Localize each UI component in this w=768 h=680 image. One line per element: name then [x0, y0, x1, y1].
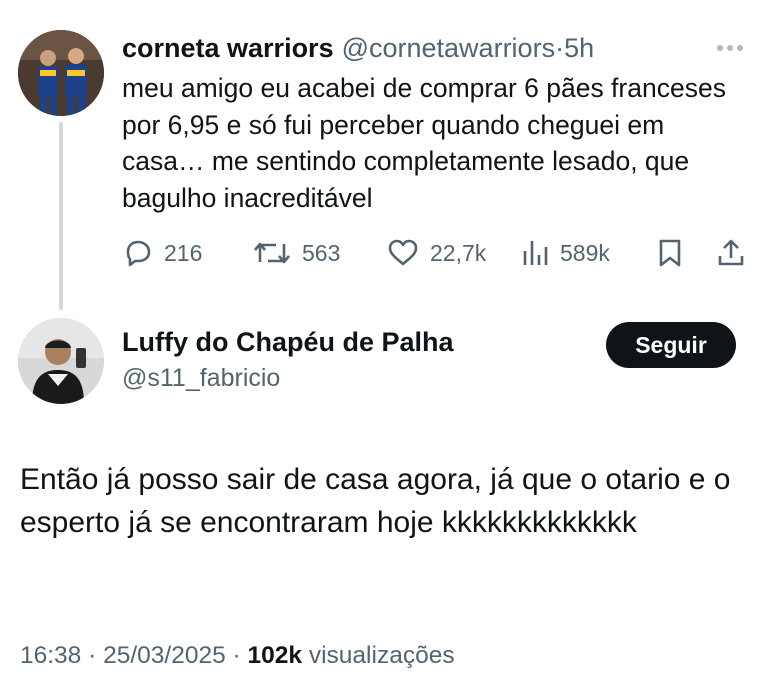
avatar-corneta-warriors[interactable]	[18, 30, 104, 116]
tweet-actions: 216 563 22,7k 589k	[0, 233, 768, 273]
like-icon	[388, 239, 418, 266]
views-button[interactable]: 589k	[520, 233, 610, 273]
reply-author-handle[interactable]: @s11_fabricio	[122, 364, 280, 393]
reply-views-count: 102k	[247, 642, 303, 669]
tweet-time[interactable]: 5h	[564, 33, 594, 64]
repost-button[interactable]: 563	[252, 233, 340, 273]
repost-icon	[254, 242, 290, 264]
like-count: 22,7k	[430, 239, 487, 266]
reply-icon	[126, 240, 151, 267]
reply-time[interactable]: 16:38	[20, 642, 81, 669]
reply-views-label: visualizações	[308, 642, 455, 669]
avatar-image	[18, 318, 104, 404]
reply-count: 216	[164, 239, 203, 266]
tweet-author-handle[interactable]: @cornetawarriors	[342, 33, 555, 64]
reply-button[interactable]: 216	[122, 233, 202, 273]
more-icon[interactable]	[712, 38, 748, 58]
meta-separator: ·	[88, 642, 97, 669]
bookmark-icon	[659, 239, 681, 267]
reply-date[interactable]: 25/03/2025	[103, 642, 226, 669]
reply-author-name[interactable]: Luffy do Chapéu de Palha	[122, 327, 454, 358]
header-separator: ·	[555, 32, 565, 63]
share-icon	[718, 239, 744, 266]
views-icon	[523, 241, 548, 265]
meta-separator: ·	[232, 642, 241, 669]
tweet-header: corneta warriors @cornetawarriors · 5h	[122, 30, 594, 66]
repost-count: 563	[302, 239, 341, 266]
bookmark-button[interactable]	[656, 233, 694, 273]
tweet-author-name[interactable]: corneta warriors	[122, 33, 334, 64]
like-button[interactable]: 22,7k	[386, 233, 486, 273]
reply-meta: 16:38 · 25/03/2025 · 102k visualizações	[20, 642, 455, 670]
avatar-image	[18, 30, 104, 116]
views-count: 589k	[560, 239, 610, 266]
reply-text: Então já posso sair de casa agora, já qu…	[20, 463, 731, 539]
tweet-text: meu amigo eu acabei de comprar 6 pães fr…	[122, 73, 726, 213]
avatar-luffy[interactable]	[18, 318, 104, 404]
share-button[interactable]	[716, 233, 756, 273]
thread-connector-line	[59, 122, 63, 310]
follow-button[interactable]: Seguir	[606, 322, 736, 368]
